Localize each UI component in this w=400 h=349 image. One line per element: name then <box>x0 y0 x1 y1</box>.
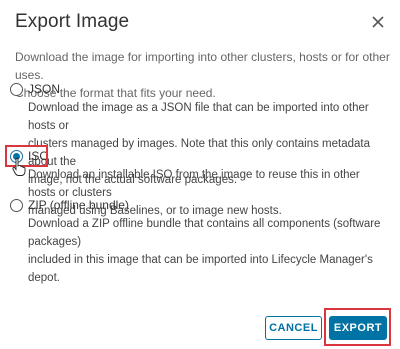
json-label[interactable]: JSON <box>28 82 60 96</box>
intro-line: Download the image for importing into ot… <box>15 50 390 82</box>
desc-line: Download a ZIP offline bundle that conta… <box>28 218 381 248</box>
cancel-button[interactable]: CANCEL <box>265 316 322 340</box>
zip-label[interactable]: ZIP (offline bundle) <box>28 198 129 212</box>
desc-line: Download the image as a JSON file that c… <box>28 102 369 132</box>
export-highlight-box <box>324 308 391 346</box>
close-button[interactable] <box>368 12 388 32</box>
json-radio[interactable] <box>10 83 23 96</box>
dialog-description: Download the image for importing into ot… <box>15 48 390 102</box>
desc-line: Download an installable ISO from the ima… <box>28 169 360 199</box>
desc-line: included in this image that can be impor… <box>28 254 373 284</box>
hand-cursor-icon <box>12 158 26 176</box>
close-icon <box>372 16 384 28</box>
dialog-title: Export Image <box>15 11 130 32</box>
zip-radio[interactable] <box>10 199 23 212</box>
zip-description: Download a ZIP offline bundle that conta… <box>28 215 390 287</box>
export-image-dialog: Export Image Download the image for impo… <box>0 0 400 349</box>
